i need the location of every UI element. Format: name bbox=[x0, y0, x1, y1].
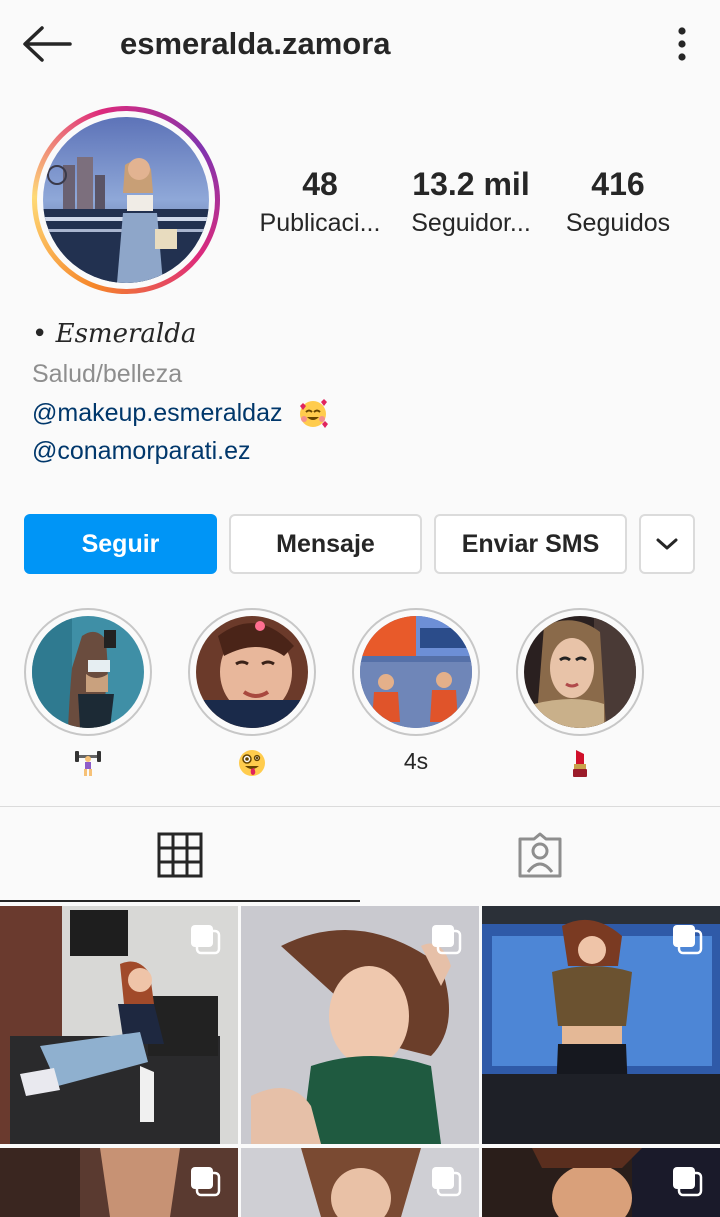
following-count: 416 bbox=[591, 166, 645, 202]
story-highlight[interactable]: 4s bbox=[352, 608, 480, 778]
highlight-caption bbox=[188, 744, 316, 778]
display-name: • Esmeralda bbox=[32, 319, 197, 349]
post-thumbnail[interactable] bbox=[482, 1148, 720, 1217]
smiling-face-with-hearts-icon bbox=[297, 397, 329, 429]
carousel-icon bbox=[432, 925, 462, 955]
grid-icon bbox=[157, 832, 203, 878]
weightlifter-icon bbox=[75, 750, 101, 776]
more-vertical-icon[interactable] bbox=[668, 24, 696, 64]
post-thumbnail[interactable] bbox=[482, 906, 720, 1144]
profile-bio: • Esmeralda Salud/belleza @makeup.esmera… bbox=[32, 316, 692, 470]
tab-tagged[interactable] bbox=[360, 808, 720, 902]
carousel-icon bbox=[432, 1167, 462, 1197]
posts-count: 48 bbox=[302, 166, 338, 202]
post-thumbnail[interactable] bbox=[0, 906, 238, 1144]
post-thumbnail[interactable] bbox=[241, 1148, 479, 1217]
suggested-accounts-button[interactable] bbox=[639, 514, 695, 574]
highlight-caption: 4s bbox=[403, 748, 429, 774]
bio-link-makeup[interactable]: @makeup.esmeraldaz bbox=[32, 394, 283, 432]
carousel-icon bbox=[673, 925, 703, 955]
highlight-caption bbox=[24, 744, 152, 778]
posts-grid bbox=[0, 906, 720, 1217]
post-thumbnail[interactable] bbox=[241, 906, 479, 1144]
lipstick-icon bbox=[573, 749, 587, 777]
profile-username: esmeralda.zamora bbox=[120, 26, 391, 61]
followers-label: Seguidor... bbox=[411, 209, 531, 237]
message-button[interactable]: Mensaje bbox=[229, 514, 422, 574]
active-tab-indicator bbox=[0, 900, 360, 902]
highlight-ring bbox=[24, 608, 152, 736]
bio-link-row: @conamorparati.ez bbox=[32, 432, 692, 470]
bio-link-conamorparati[interactable]: @conamorparati.ez bbox=[32, 432, 251, 470]
carousel-icon bbox=[191, 1167, 221, 1197]
following-stat[interactable]: 416 Seguidos bbox=[552, 162, 684, 240]
avatar[interactable] bbox=[43, 117, 209, 283]
profile-category: Salud/belleza bbox=[32, 360, 183, 388]
highlight-cover bbox=[32, 616, 144, 728]
posts-stat: 48 Publicaci... bbox=[250, 162, 390, 240]
top-bar: esmeralda.zamora bbox=[0, 0, 720, 90]
tagged-user-icon bbox=[518, 832, 562, 878]
followers-stat[interactable]: 13.2 mil Seguidor... bbox=[400, 162, 542, 240]
highlight-cover bbox=[360, 616, 472, 728]
followers-count: 13.2 mil bbox=[412, 166, 530, 202]
back-arrow-icon[interactable] bbox=[20, 24, 74, 64]
highlight-cover bbox=[524, 616, 636, 728]
story-highlight[interactable] bbox=[516, 608, 644, 778]
highlight-caption bbox=[516, 744, 644, 778]
post-thumbnail[interactable] bbox=[0, 1148, 238, 1217]
story-ring[interactable] bbox=[32, 106, 220, 294]
bio-link-row: @makeup.esmeraldaz bbox=[32, 394, 692, 432]
highlight-ring bbox=[516, 608, 644, 736]
carousel-icon bbox=[673, 1167, 703, 1197]
highlight-ring bbox=[352, 608, 480, 736]
posts-label: Publicaci... bbox=[259, 209, 381, 237]
tab-posts-grid[interactable] bbox=[0, 808, 360, 902]
chevron-down-icon bbox=[656, 538, 678, 550]
send-sms-button[interactable]: Enviar SMS bbox=[434, 514, 627, 574]
highlight-ring bbox=[188, 608, 316, 736]
zany-face-icon bbox=[239, 749, 265, 776]
tabs-divider bbox=[0, 806, 720, 807]
carousel-icon bbox=[191, 925, 221, 955]
following-label: Seguidos bbox=[565, 209, 671, 237]
story-highlight[interactable] bbox=[188, 608, 316, 778]
highlight-cover bbox=[196, 616, 308, 728]
story-highlight[interactable] bbox=[24, 608, 152, 778]
follow-button[interactable]: Seguir bbox=[24, 514, 217, 574]
